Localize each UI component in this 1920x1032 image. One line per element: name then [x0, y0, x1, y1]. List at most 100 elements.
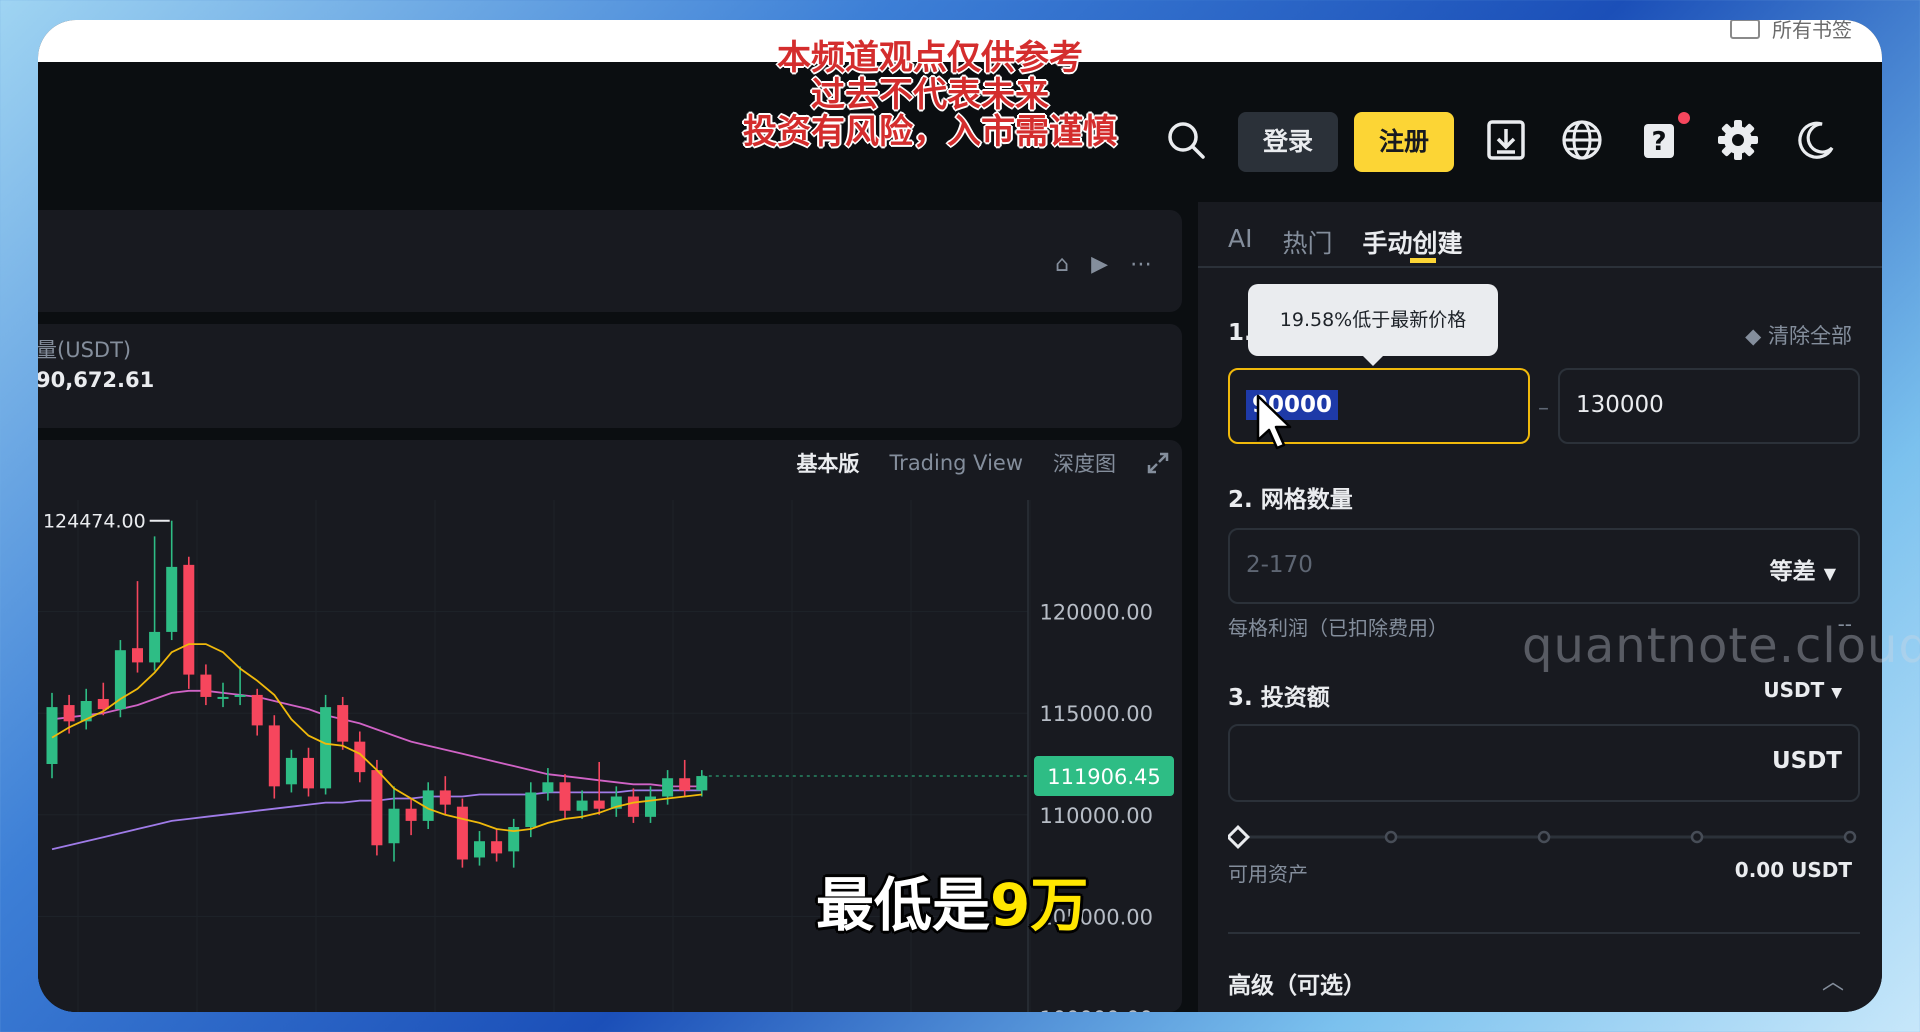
- candle-body: [371, 770, 383, 846]
- candle-body: [405, 808, 417, 821]
- tab-basic[interactable]: 基本版: [796, 448, 859, 478]
- available-assets-value: 0.00 USDT: [1734, 858, 1852, 882]
- register-button[interactable]: 注册: [1354, 112, 1454, 172]
- candle-body: [303, 757, 314, 789]
- price-high-value: 130000: [1576, 392, 1664, 418]
- candle-body: [576, 800, 588, 811]
- home-icon[interactable]: ⌂: [1055, 252, 1069, 277]
- candle-body: [679, 778, 691, 791]
- caret-down-icon: ▼: [1823, 564, 1836, 583]
- investment-unit-select[interactable]: USDT ▼: [1763, 678, 1842, 702]
- price-tooltip: 19.58%低于最新价格: [1248, 284, 1498, 366]
- tab-manual-create[interactable]: 手动创建: [1363, 224, 1463, 260]
- folder-icon: [1730, 20, 1760, 39]
- symbol-bar: ⌂ ▶ ⋯: [38, 210, 1182, 312]
- disclaimer-line-3: 投资有风险，入市需谨慎: [743, 112, 1117, 152]
- help-icon[interactable]: ?: [1638, 118, 1682, 162]
- grid-mode-label: 等差: [1769, 559, 1816, 585]
- y-tick-label: 115000.00: [1039, 702, 1153, 726]
- download-icon[interactable]: [1484, 118, 1528, 162]
- tab-ai[interactable]: AI: [1228, 224, 1252, 260]
- candle-body: [662, 778, 674, 797]
- subtitle-highlight: 9万: [990, 871, 1089, 939]
- grid-bot-panel: AI 热门 手动创建 1. 19.58%低于最新价格 ◆ 清除全部 90000 …: [1198, 202, 1882, 1012]
- candle-body: [696, 776, 708, 791]
- investment-unit-select-label: USDT: [1763, 678, 1825, 702]
- bookmarks-folder[interactable]: 所有书签: [1730, 20, 1852, 43]
- candle-body: [132, 648, 143, 663]
- globe-icon[interactable]: [1560, 118, 1604, 162]
- disclaimer-line-1: 本频道观点仅供参考: [777, 38, 1083, 78]
- svg-text:?: ?: [1651, 127, 1666, 157]
- candle-body: [234, 694, 246, 697]
- tab-hot[interactable]: 热门: [1282, 224, 1332, 260]
- grid-count-placeholder: 2-170: [1246, 552, 1313, 578]
- candle-body: [474, 841, 485, 858]
- candle-body: [320, 707, 332, 789]
- gear-icon[interactable]: [1716, 118, 1760, 162]
- tab-depth[interactable]: 深度图: [1053, 448, 1116, 478]
- candle-body: [627, 796, 639, 817]
- mouse-cursor-icon: [1256, 394, 1292, 450]
- clear-all-label: 清除全部: [1768, 324, 1852, 348]
- candle-body: [491, 841, 503, 854]
- moon-icon[interactable]: [1794, 118, 1838, 162]
- candle-body: [268, 725, 280, 787]
- watermark-text: quantnote.cloud: [1522, 618, 1920, 674]
- y-tick-label: 100000.00: [1039, 1007, 1153, 1012]
- search-icon[interactable]: [1164, 118, 1208, 162]
- advanced-options-toggle[interactable]: 高级（可选）: [1228, 966, 1366, 1000]
- section-grid-count-title: 2. 网格数量: [1228, 487, 1353, 513]
- play-icon[interactable]: ▶: [1091, 252, 1108, 277]
- candle-body: [149, 631, 161, 663]
- subtitle-prefix: 最低是: [816, 871, 991, 939]
- investment-slider[interactable]: [1228, 822, 1860, 852]
- tab-divider: [1198, 266, 1882, 268]
- candle-body: [285, 757, 297, 785]
- symbol-bar-actions: ⌂ ▶ ⋯: [1055, 252, 1152, 277]
- candle-body: [559, 782, 571, 811]
- profit-per-grid-label: 每格利润（已扣除费用）: [1228, 616, 1448, 640]
- notification-dot: [1678, 112, 1690, 124]
- clear-all-button[interactable]: ◆ 清除全部: [1745, 320, 1852, 350]
- range-separator: –: [1538, 396, 1549, 421]
- candle-body: [63, 705, 75, 722]
- stats-bar: [38, 324, 1182, 428]
- candle-body: [114, 650, 126, 710]
- high-price-label: 124474.00: [43, 511, 146, 533]
- volume-label: 量(USDT): [38, 338, 132, 362]
- more-icon[interactable]: ⋯: [1130, 252, 1152, 277]
- active-tab-indicator: [1410, 258, 1436, 263]
- candle-body: [337, 705, 349, 742]
- candle-body: [183, 564, 195, 675]
- candle-body: [166, 566, 178, 632]
- volume-value: 90,672.61: [38, 368, 155, 392]
- disclaimer-overlay: 本频道观点仅供参考 过去不代表未来 投资有风险，入市需谨慎: [690, 40, 1170, 151]
- video-subtitle: 最低是9万: [816, 858, 1088, 942]
- investment-input[interactable]: USDT: [1228, 724, 1860, 802]
- chart-view-tabs: 基本版 Trading View 深度图: [796, 448, 1170, 478]
- candle-body: [456, 806, 468, 860]
- bookmarks-label: 所有书签: [1772, 20, 1852, 42]
- candle-body: [439, 790, 451, 805]
- chevron-up-icon[interactable]: ︿: [1822, 964, 1844, 996]
- candle-body: [200, 674, 212, 697]
- strategy-tabs: AI 热门 手动创建: [1228, 224, 1463, 260]
- tab-tradingview[interactable]: Trading View: [889, 451, 1023, 475]
- disclaimer-line-2: 过去不代表未来: [811, 75, 1049, 115]
- last-price-label: 111906.45: [1047, 765, 1161, 789]
- slider-handle: [1228, 824, 1251, 850]
- investment-unit-label: USDT: [1771, 748, 1842, 774]
- grid-count-input[interactable]: 2-170 等差 ▼: [1228, 528, 1860, 604]
- y-tick-label: 110000.00: [1039, 804, 1153, 828]
- caret-down-icon: ▼: [1831, 685, 1842, 701]
- advanced-divider: [1228, 932, 1860, 934]
- expand-icon[interactable]: [1146, 451, 1170, 475]
- section-investment-title: 3. 投资额: [1228, 685, 1330, 711]
- login-button[interactable]: 登录: [1238, 112, 1338, 172]
- available-assets-label: 可用资产: [1228, 862, 1308, 886]
- candle-body: [217, 696, 229, 699]
- price-high-input[interactable]: 130000: [1558, 368, 1860, 444]
- grid-mode-select[interactable]: 等差 ▼: [1770, 552, 1836, 586]
- candle-body: [388, 808, 400, 844]
